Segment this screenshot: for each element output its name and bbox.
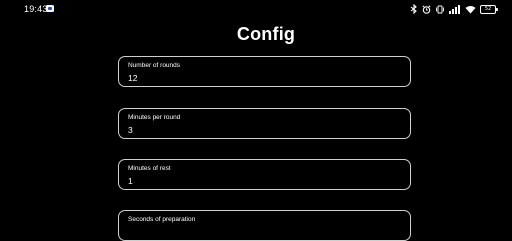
page-title: Config: [236, 24, 296, 44]
field-value[interactable]: 1: [128, 176, 133, 186]
field-label: Seconds of preparation: [128, 216, 196, 223]
battery-icon: 52: [480, 4, 498, 14]
signal-icon: [449, 4, 460, 14]
bluetooth-icon: [410, 4, 417, 14]
notification-icon: [46, 5, 54, 12]
field-label: Minutes per round: [128, 114, 181, 121]
field-label: Number of rounds: [128, 62, 181, 69]
number-of-rounds-field[interactable]: Number of rounds 12: [118, 56, 411, 87]
minutes-of-rest-field[interactable]: Minutes of rest 1: [118, 159, 411, 190]
status-bar: 19:43 52: [0, 0, 512, 18]
battery-level: 52: [484, 5, 492, 12]
field-value[interactable]: 3: [128, 125, 133, 135]
seconds-of-preparation-field[interactable]: Seconds of preparation: [118, 210, 411, 241]
wifi-icon: [465, 5, 476, 13]
minutes-per-round-field[interactable]: Minutes per round 3: [118, 108, 411, 139]
status-time: 19:43: [24, 4, 48, 14]
alarm-icon: [422, 4, 431, 14]
vibrate-icon: [436, 5, 444, 13]
status-icons: 52: [410, 3, 498, 15]
field-label: Minutes of rest: [128, 165, 171, 172]
field-value[interactable]: 12: [128, 73, 137, 83]
